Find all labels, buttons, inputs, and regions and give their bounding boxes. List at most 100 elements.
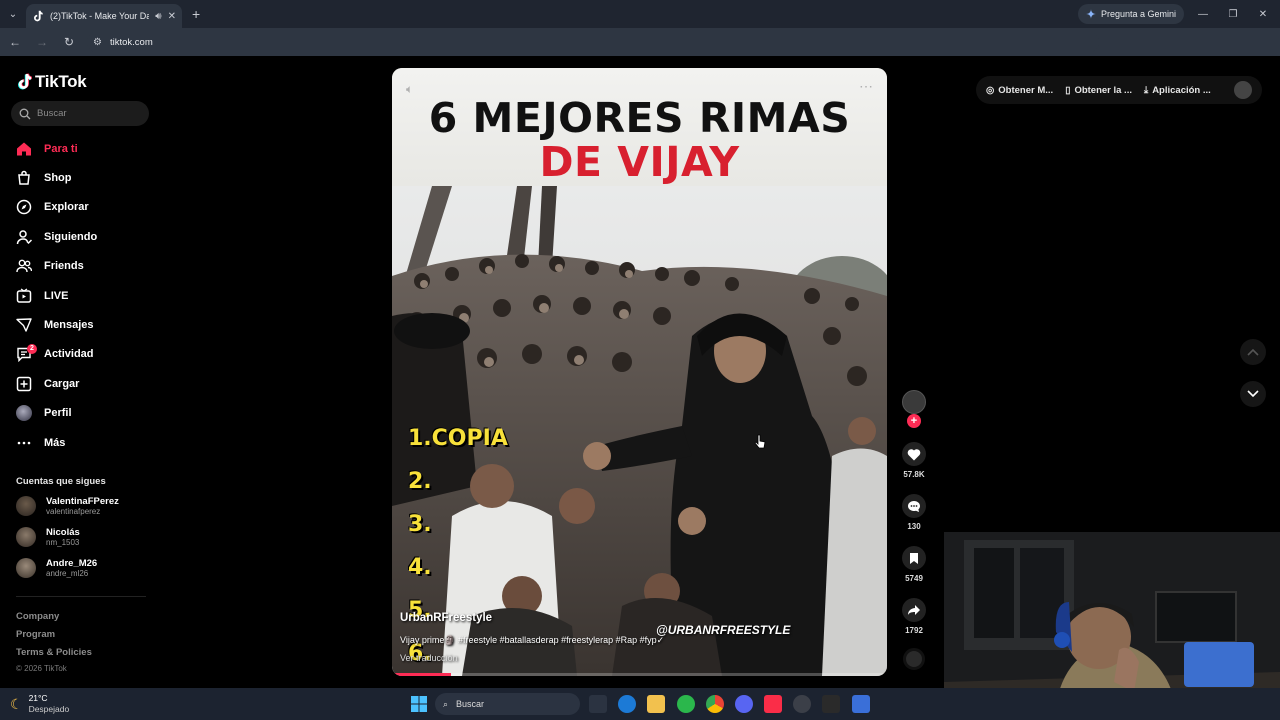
profile-avatar[interactable]: [1234, 81, 1252, 99]
account-name: ValentinaFPerez: [46, 495, 119, 507]
comment-button[interactable]: 130: [896, 494, 932, 531]
live-icon: [16, 288, 32, 304]
avatar: [16, 527, 36, 547]
share-arrow-icon: [902, 598, 926, 622]
video-author[interactable]: UrbanRFreestyle: [400, 612, 492, 624]
rank-item-3: 3.: [408, 512, 432, 537]
restore-icon[interactable]: ❐: [1218, 0, 1248, 28]
music-app-icon[interactable]: [764, 695, 782, 713]
save-button[interactable]: 5749: [896, 546, 932, 583]
tab-close-icon[interactable]: ✕: [168, 11, 176, 22]
previous-video-button[interactable]: [1240, 339, 1266, 365]
browser-tab[interactable]: (2)TikTok - Make Your Day 🔊︎ ✕: [26, 4, 182, 28]
tiktok-logo-icon: [18, 73, 32, 90]
new-tab-icon[interactable]: +: [192, 6, 200, 22]
file-explorer-icon[interactable]: [647, 695, 665, 713]
nav-label: Mensajes: [44, 319, 94, 332]
shield-app-icon[interactable]: [852, 695, 870, 713]
home-icon: [16, 141, 32, 157]
footer-link-program[interactable]: Program: [16, 629, 55, 640]
gemini-sparkle-icon: [1086, 9, 1096, 19]
reload-icon[interactable]: ↻: [57, 30, 81, 54]
following-account[interactable]: Andre_M26 andre_ml26: [16, 554, 97, 582]
search-icon: [19, 108, 31, 119]
music-disc-icon[interactable]: [903, 648, 925, 670]
forward-icon[interactable]: →: [30, 30, 54, 54]
nav-item-cargar[interactable]: Cargar: [0, 369, 160, 398]
chevron-up-icon: [1247, 348, 1259, 356]
moon-icon: ☾: [10, 695, 23, 712]
account-handle: andre_ml26: [46, 568, 89, 578]
weather-temp: 21°C: [28, 693, 48, 703]
nav-label: Friends: [44, 260, 84, 273]
search-input[interactable]: [37, 108, 137, 119]
chrome-icon[interactable]: [706, 695, 724, 713]
tiktok-logo[interactable]: TikTok: [16, 72, 87, 92]
nav-label: Para ti: [44, 142, 78, 155]
weather-widget[interactable]: ☾ 21°C Despejado: [10, 693, 69, 715]
more-dots-icon: [16, 435, 32, 451]
get-coins-button[interactable]: ◎ Obtener M...: [986, 85, 1053, 96]
comment-icon: [902, 494, 926, 518]
footer-link-company[interactable]: Company: [16, 611, 59, 622]
main-nav: Para ti Shop Explorar Siguiendo Friends …: [0, 134, 160, 457]
get-app-button[interactable]: ▯ Obtener la ...: [1065, 85, 1132, 96]
creator-avatar[interactable]: [902, 390, 926, 414]
video-progress-fill: [392, 673, 452, 676]
following-account[interactable]: Nicolás nm_1503: [16, 523, 80, 551]
task-view-icon[interactable]: [589, 695, 607, 713]
nav-item-mas[interactable]: Más: [0, 428, 160, 457]
phone-icon: ▯: [1065, 84, 1071, 96]
user-follow-icon: [16, 229, 32, 245]
whatsapp-icon[interactable]: [677, 695, 695, 713]
shop-bag-icon: [16, 170, 32, 186]
more-options-icon[interactable]: ⋯: [859, 78, 873, 95]
nav-label: Explorar: [44, 201, 89, 214]
tab-search-icon[interactable]: ⌄: [0, 0, 26, 28]
video-player[interactable]: 🔈︎ ⋯ 6 MEJORES RIMAS DE VIJAY 1.COPIA 2.…: [392, 68, 887, 676]
taskbar-search[interactable]: ⌕ Buscar: [435, 693, 580, 715]
video-title-line1: 6 MEJORES RIMAS: [428, 94, 851, 142]
taskbar-search-label: Buscar: [456, 699, 485, 709]
minimize-icon[interactable]: —: [1188, 0, 1218, 28]
account-handle: valentinafperez: [46, 506, 101, 516]
like-button[interactable]: 57.8K: [896, 442, 932, 479]
download-icon: ⤓: [1143, 84, 1149, 96]
profile-avatar-icon: [16, 405, 32, 422]
nav-item-para-ti[interactable]: Para ti: [0, 134, 160, 163]
url-field[interactable]: ⚙︎ tiktok.com: [87, 31, 1099, 53]
footer-link-terms[interactable]: Terms & Policies: [16, 647, 92, 658]
nav-item-mensajes[interactable]: Mensajes: [0, 310, 160, 339]
nav-item-actividad[interactable]: 2 Actividad: [0, 340, 160, 369]
rank-item-2: 2.: [408, 469, 432, 494]
gemini-label: Pregunta a Gemini: [1101, 9, 1177, 19]
video-progress-bar[interactable]: [392, 673, 887, 676]
nav-item-perfil[interactable]: Perfil: [0, 399, 160, 428]
close-window-icon[interactable]: ✕: [1248, 0, 1278, 28]
following-account[interactable]: ValentinaFPerez valentinafperez: [16, 492, 119, 520]
see-translation-link[interactable]: Ver traducción: [400, 653, 458, 663]
site-info-icon[interactable]: ⚙︎: [93, 37, 102, 48]
nav-item-friends[interactable]: Friends: [0, 252, 160, 281]
share-button[interactable]: 1792: [896, 598, 932, 635]
search-box[interactable]: [11, 101, 149, 126]
epic-games-icon[interactable]: [822, 695, 840, 713]
nav-item-explorar[interactable]: Explorar: [0, 193, 160, 222]
tab-audio-icon[interactable]: 🔊︎: [155, 11, 161, 22]
rank-item-1: 1.COPIA: [408, 426, 508, 451]
heart-icon: [902, 442, 926, 466]
windows-taskbar: ☾ 21°C Despejado ⌕ Buscar: [0, 688, 1280, 720]
edge-browser-icon[interactable]: [618, 695, 636, 713]
desktop-app-button[interactable]: ⤓ Aplicación ...: [1144, 85, 1211, 96]
nav-item-siguiendo[interactable]: Siguiendo: [0, 222, 160, 251]
get-coins-label: Obtener M...: [998, 84, 1054, 96]
discord-icon[interactable]: [735, 695, 753, 713]
nav-item-live[interactable]: LIVE: [0, 281, 160, 310]
gemini-button[interactable]: Pregunta a Gemini: [1078, 4, 1185, 24]
follow-plus-icon[interactable]: +: [907, 414, 921, 428]
steam-icon[interactable]: [793, 695, 811, 713]
back-icon[interactable]: ←: [3, 30, 27, 54]
windows-start-icon[interactable]: [410, 695, 428, 713]
nav-item-shop[interactable]: Shop: [0, 163, 160, 192]
next-video-button[interactable]: [1240, 381, 1266, 407]
